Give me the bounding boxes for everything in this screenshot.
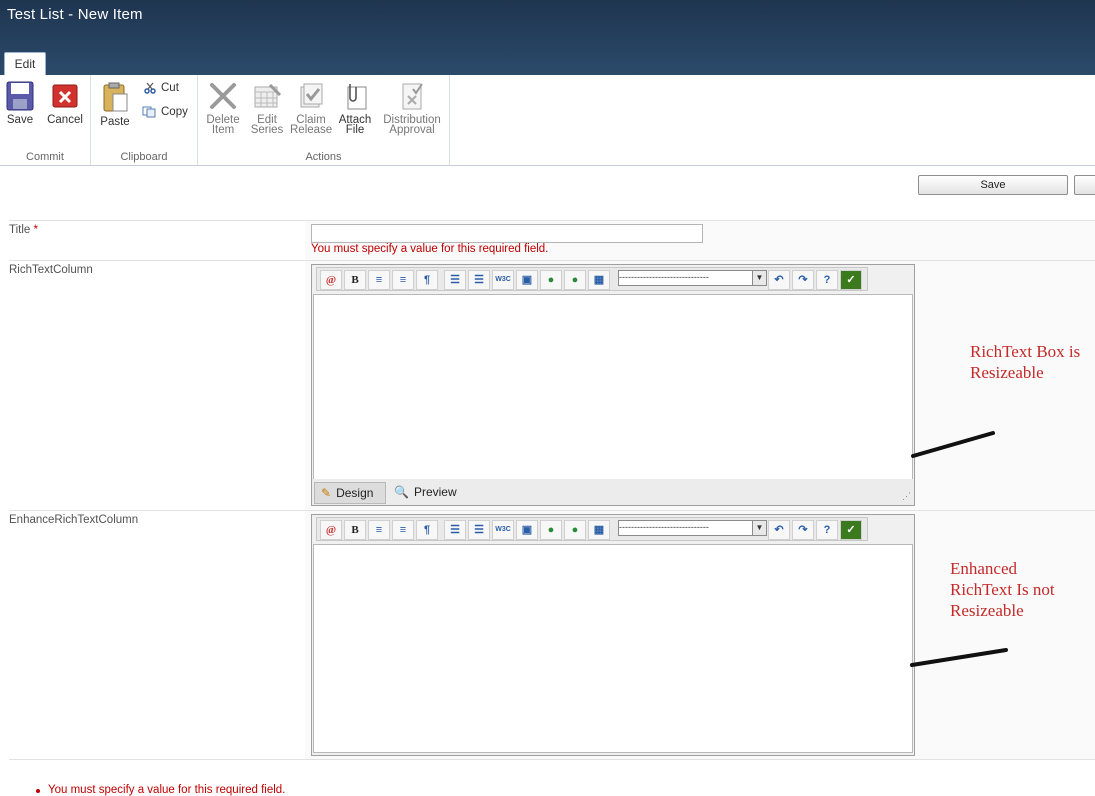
summary-error: You must specify a value for this requir…: [48, 784, 286, 796]
annotation-pointer-line: [911, 431, 995, 458]
annotation-arrow-lines: [910, 431, 1008, 667]
annotation-pointer-line: [910, 648, 1008, 667]
error-bullet: [36, 789, 40, 793]
